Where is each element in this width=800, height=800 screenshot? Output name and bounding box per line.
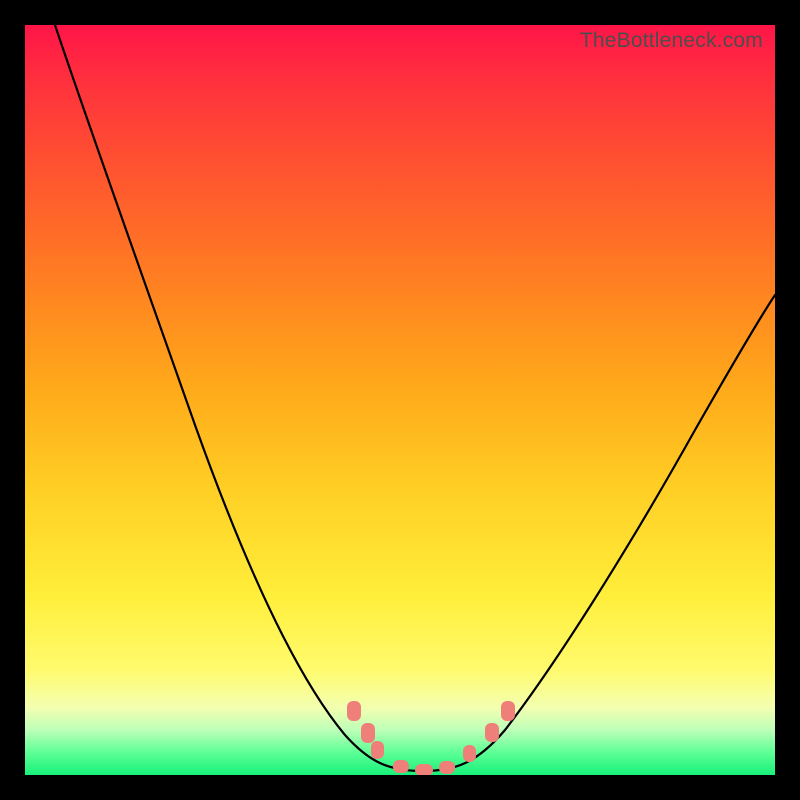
marker-dot: [415, 764, 433, 775]
marker-dot: [361, 723, 375, 743]
marker-dot: [393, 760, 409, 773]
chart-frame: TheBottleneck.com: [0, 0, 800, 800]
marker-dot: [371, 741, 384, 759]
marker-dot: [439, 761, 455, 774]
marker-group: [347, 701, 515, 775]
bottleneck-curve: [25, 25, 775, 775]
curve-path: [55, 25, 775, 771]
marker-dot: [463, 745, 476, 762]
marker-dot: [501, 701, 515, 721]
marker-dot: [347, 701, 361, 721]
marker-dot: [485, 723, 499, 742]
plot-area: TheBottleneck.com: [25, 25, 775, 775]
